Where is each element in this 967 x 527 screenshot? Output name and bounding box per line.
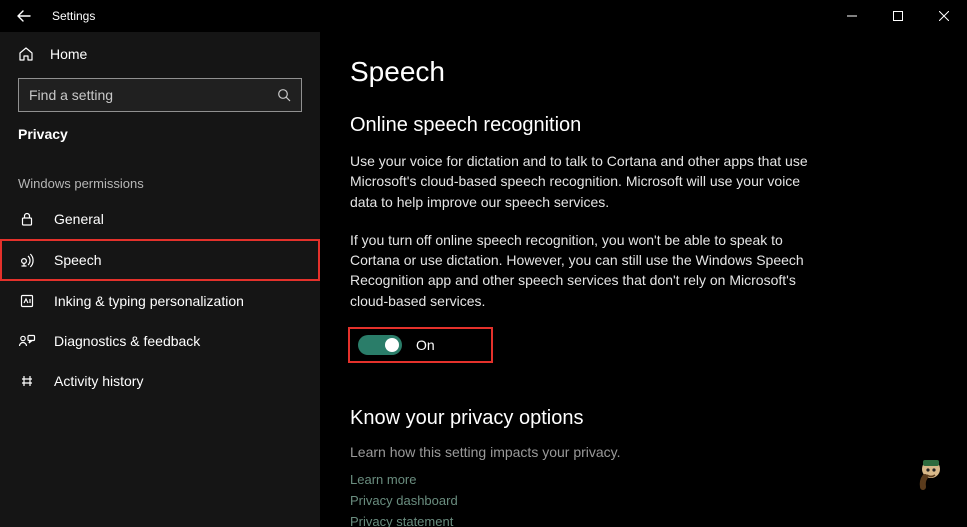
description-1: Use your voice for dictation and to talk… — [350, 151, 820, 212]
close-button[interactable] — [921, 0, 967, 32]
sidebar-item-label: Activity history — [54, 373, 143, 389]
search-icon — [277, 88, 291, 102]
speech-icon — [18, 251, 36, 269]
lock-icon — [18, 211, 36, 227]
back-button[interactable] — [0, 0, 48, 32]
titlebar: Settings — [0, 0, 967, 32]
inking-icon — [18, 293, 36, 309]
history-icon — [18, 373, 36, 389]
feedback-icon — [18, 333, 36, 349]
sidebar-item-inking[interactable]: Inking & typing personalization — [0, 281, 320, 321]
maximize-icon — [893, 11, 903, 21]
sidebar-home-label: Home — [50, 46, 87, 62]
speech-toggle[interactable] — [358, 335, 402, 355]
privacy-statement-link[interactable]: Privacy statement — [350, 512, 919, 527]
arrow-left-icon — [16, 8, 32, 24]
privacy-subtext: Learn how this setting impacts your priv… — [350, 444, 919, 460]
sidebar-item-label: Speech — [54, 252, 101, 268]
privacy-heading: Know your privacy options — [350, 407, 919, 430]
sidebar-group-header: Windows permissions — [0, 160, 320, 199]
toggle-label: On — [416, 337, 435, 353]
main-content: Speech Online speech recognition Use you… — [320, 32, 967, 527]
window-title: Settings — [52, 9, 95, 23]
search-input[interactable] — [29, 87, 277, 103]
privacy-dashboard-link[interactable]: Privacy dashboard — [350, 491, 919, 512]
sidebar-item-label: Inking & typing personalization — [54, 293, 244, 309]
minimize-icon — [847, 11, 857, 21]
section-title: Online speech recognition — [350, 114, 919, 137]
minimize-button[interactable] — [829, 0, 875, 32]
sidebar-item-speech[interactable]: Speech — [0, 239, 320, 281]
sidebar-home[interactable]: Home — [0, 32, 320, 72]
sidebar-item-label: General — [54, 211, 104, 227]
toggle-knob — [385, 338, 399, 352]
description-2: If you turn off online speech recognitio… — [350, 230, 820, 311]
body: Home Privacy Windows permissions General — [0, 32, 967, 527]
privacy-options-section: Know your privacy options Learn how this… — [350, 407, 919, 527]
close-icon — [939, 11, 949, 21]
search-box[interactable] — [18, 78, 302, 112]
sidebar-item-label: Diagnostics & feedback — [54, 333, 200, 349]
home-icon — [18, 46, 34, 62]
sidebar-item-activity-history[interactable]: Activity history — [0, 361, 320, 401]
sidebar-item-diagnostics[interactable]: Diagnostics & feedback — [0, 321, 320, 361]
sidebar: Home Privacy Windows permissions General — [0, 32, 320, 527]
speech-toggle-group: On — [350, 329, 491, 361]
page-title: Speech — [350, 56, 919, 88]
learn-more-link[interactable]: Learn more — [350, 470, 919, 491]
mascot-icon — [913, 455, 949, 491]
sidebar-item-general[interactable]: General — [0, 199, 320, 239]
maximize-button[interactable] — [875, 0, 921, 32]
settings-window: Settings Home Privacy — [0, 0, 967, 527]
sidebar-category: Privacy — [0, 126, 320, 160]
